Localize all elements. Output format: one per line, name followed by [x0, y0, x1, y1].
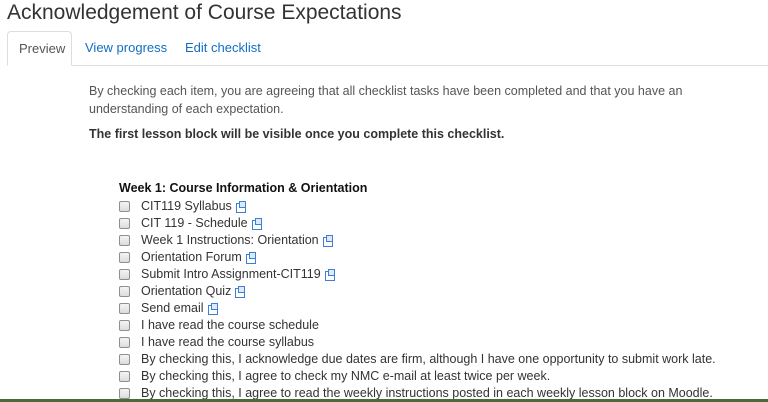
external-link-icon[interactable]: [322, 234, 333, 247]
week-heading: Week 1: Course Information & Orientation: [119, 181, 368, 195]
checkbox[interactable]: [119, 218, 130, 229]
tab-bar: Preview View progress Edit checklist: [7, 31, 768, 66]
checkbox[interactable]: [119, 337, 130, 348]
page-title: Acknowledgement of Course Expectations: [7, 1, 402, 24]
checklist-item: I have read the course syllabus: [119, 334, 716, 351]
checklist-item: I have read the course schedule: [119, 317, 716, 334]
external-link-icon[interactable]: [207, 302, 218, 315]
checklist-item-label[interactable]: Orientation Quiz: [141, 283, 231, 300]
tab-preview[interactable]: Preview: [7, 31, 72, 66]
intro-text: By checking each item, you are agreeing …: [89, 84, 683, 116]
checklist-item-label[interactable]: CIT119 Syllabus: [141, 198, 232, 215]
checkbox[interactable]: [119, 286, 130, 297]
checklist-item-label: I have read the course schedule: [141, 318, 319, 332]
checklist-item: Send email: [119, 300, 716, 317]
checklist-item: By checking this, I agree to check my NM…: [119, 368, 716, 385]
checklist-item-label[interactable]: CIT 119 - Schedule: [141, 215, 248, 232]
checklist-item: Orientation Forum: [119, 249, 716, 266]
checkbox[interactable]: [119, 303, 130, 314]
checkbox[interactable]: [119, 320, 130, 331]
checklist-item: By checking this, I acknowledge due date…: [119, 351, 716, 368]
checklist-item: CIT 119 - Schedule: [119, 215, 716, 232]
checklist-item-label[interactable]: Send email: [141, 300, 204, 317]
visibility-notice: The first lesson block will be visible o…: [89, 127, 505, 141]
checklist-item-label[interactable]: Week 1 Instructions: Orientation: [141, 232, 319, 249]
checkbox[interactable]: [119, 388, 130, 399]
checklist-item: Orientation Quiz: [119, 283, 716, 300]
external-link-icon[interactable]: [235, 200, 246, 213]
checkbox[interactable]: [119, 235, 130, 246]
checklist-item: CIT119 Syllabus: [119, 198, 716, 215]
checklist-item: Submit Intro Assignment-CIT119: [119, 266, 716, 283]
external-link-icon[interactable]: [324, 268, 335, 281]
external-link-icon[interactable]: [251, 217, 262, 230]
external-link-icon[interactable]: [245, 251, 256, 264]
checkbox[interactable]: [119, 201, 130, 212]
tab-edit-checklist[interactable]: Edit checklist: [174, 31, 272, 65]
external-link-icon[interactable]: [235, 285, 246, 298]
checklist: CIT119 Syllabus CIT 119 - Schedule Week …: [119, 198, 716, 402]
checklist-item-label: By checking this, I agree to check my NM…: [141, 369, 551, 383]
tab-view-progress[interactable]: View progress: [74, 31, 178, 65]
checklist-item-label[interactable]: Orientation Forum: [141, 249, 242, 266]
checkbox[interactable]: [119, 269, 130, 280]
checklist-item-label: I have read the course syllabus: [141, 335, 315, 349]
checkbox[interactable]: [119, 252, 130, 263]
checklist-item-label: By checking this, I acknowledge due date…: [141, 352, 716, 366]
checkbox[interactable]: [119, 371, 130, 382]
checkbox[interactable]: [119, 354, 130, 365]
checklist-item-label[interactable]: Submit Intro Assignment-CIT119: [141, 266, 321, 283]
checklist-item: Week 1 Instructions: Orientation: [119, 232, 716, 249]
